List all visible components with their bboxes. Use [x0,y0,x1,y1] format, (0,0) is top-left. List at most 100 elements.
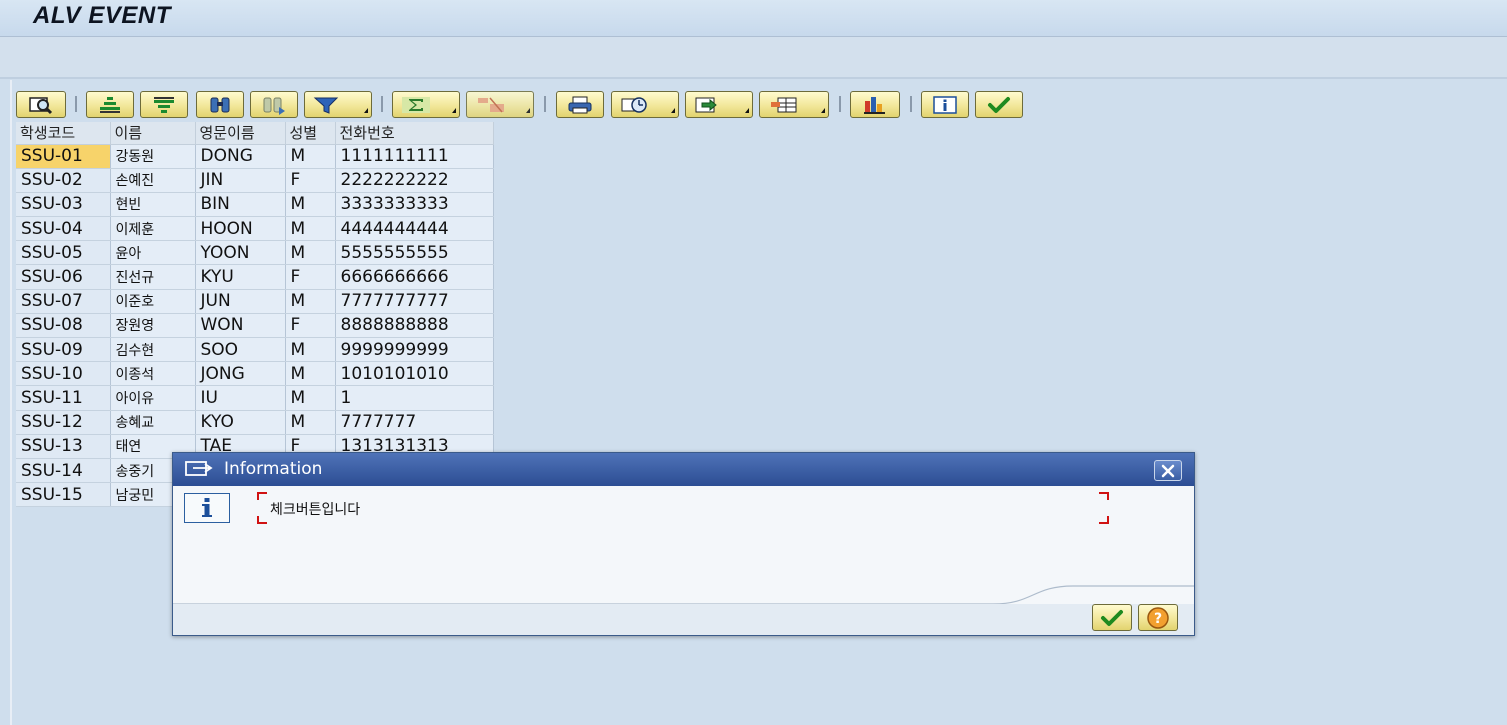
cell-english-name[interactable]: IU [195,385,286,411]
cell-phone[interactable]: 5555555555 [335,240,494,266]
cell-gender[interactable]: F [285,168,336,193]
cell-english-name[interactable]: DONG [195,144,286,169]
cell-name[interactable]: 이종석 [110,361,196,387]
find-next-button[interactable] [250,91,298,118]
cell-gender[interactable]: M [285,240,336,266]
cell-phone[interactable]: 8888888888 [335,313,494,339]
cell-name[interactable]: 현빈 [110,192,196,218]
dialog-confirm-button[interactable] [1092,604,1132,631]
table-row[interactable]: SSU-09 김수현 SOO M 9999999999 [16,337,494,363]
cell-english-name[interactable]: JIN [195,168,286,193]
cell-name[interactable]: 이준호 [110,289,196,314]
cell-name[interactable]: 장원영 [110,313,196,339]
dialog-close-button[interactable] [1154,460,1182,481]
details-button[interactable] [16,91,66,118]
cell-phone[interactable]: 6666666666 [335,264,494,290]
graphic-button[interactable] [850,91,900,118]
check-button[interactable] [975,91,1023,118]
cell-phone[interactable]: 3333333333 [335,192,494,218]
cell-english-name[interactable]: WON [195,313,286,339]
cell-student-code[interactable]: SSU-03 [16,192,111,218]
cell-student-code[interactable]: SSU-02 [16,168,111,193]
cell-name[interactable]: 김수현 [110,337,196,363]
column-header-english-name[interactable]: 영문이름 [195,122,286,145]
cell-english-name[interactable]: BIN [195,192,286,218]
cell-phone[interactable]: 4444444444 [335,216,494,242]
cell-student-code[interactable]: SSU-01 [16,144,111,169]
cell-gender[interactable]: M [285,337,336,363]
cell-student-code[interactable]: SSU-10 [16,361,111,387]
views-button[interactable] [611,91,679,118]
dialog-title-bar[interactable]: Information [173,453,1194,486]
cell-name[interactable]: 이제훈 [110,216,196,242]
cell-phone[interactable]: 7777777 [335,410,494,435]
cell-student-code[interactable]: SSU-09 [16,337,111,363]
cell-english-name[interactable]: HOON [195,216,286,242]
title-bar: ALV EVENT [0,0,1507,37]
cell-name[interactable]: 아이유 [110,385,196,411]
column-header-student-code[interactable]: 학생코드 [16,122,111,145]
info-button[interactable] [921,91,969,118]
cell-name[interactable]: 강동원 [110,144,196,169]
table-row[interactable]: SSU-10 이종석 JONG M 1010101010 [16,361,494,387]
sort-descending-button[interactable] [140,91,188,118]
table-row[interactable]: SSU-12 송혜교 KYO M 7777777 [16,410,494,435]
cell-gender[interactable]: M [285,385,336,411]
cell-student-code[interactable]: SSU-11 [16,385,111,411]
cell-english-name[interactable]: YOON [195,240,286,266]
cell-gender[interactable]: M [285,361,336,387]
cell-student-code[interactable]: SSU-05 [16,240,111,266]
column-header-phone[interactable]: 전화번호 [335,122,494,145]
table-row[interactable]: SSU-06 진선규 KYU F 6666666666 [16,264,494,290]
sum-button[interactable] [392,91,460,118]
cell-phone[interactable]: 9999999999 [335,337,494,363]
dialog-help-button[interactable]: ? [1138,604,1178,631]
cell-gender[interactable]: M [285,216,336,242]
cell-english-name[interactable]: KYO [195,410,286,435]
table-row[interactable]: SSU-04 이제훈 HOON M 4444444444 [16,216,494,242]
cell-student-code[interactable]: SSU-04 [16,216,111,242]
cell-student-code[interactable]: SSU-13 [16,434,111,459]
cell-gender[interactable]: M [285,410,336,435]
table-row[interactable]: SSU-11 아이유 IU M 1 [16,385,494,411]
cell-student-code[interactable]: SSU-12 [16,410,111,435]
filter-button[interactable] [304,91,372,118]
sort-ascending-button[interactable] [86,91,134,118]
print-button[interactable] [556,91,604,118]
cell-english-name[interactable]: SOO [195,337,286,363]
cell-english-name[interactable]: JUN [195,289,286,314]
cell-english-name[interactable]: JONG [195,361,286,387]
table-row[interactable]: SSU-07 이준호 JUN M 7777777777 [16,289,494,314]
table-row[interactable]: SSU-05 윤아 YOON M 5555555555 [16,240,494,266]
cell-student-code[interactable]: SSU-08 [16,313,111,339]
cell-gender[interactable]: F [285,264,336,290]
cell-gender[interactable]: M [285,289,336,314]
cell-student-code[interactable]: SSU-06 [16,264,111,290]
cell-student-code[interactable]: SSU-15 [16,482,111,508]
cell-name[interactable]: 진선규 [110,264,196,290]
cell-name[interactable]: 손예진 [110,168,196,193]
table-row[interactable]: SSU-02 손예진 JIN F 2222222222 [16,168,494,193]
cell-student-code[interactable]: SSU-14 [16,458,111,484]
cell-phone[interactable]: 1 [335,385,494,411]
layout-button[interactable] [759,91,829,118]
cell-gender[interactable]: F [285,313,336,339]
find-button[interactable] [196,91,244,118]
cell-name[interactable]: 윤아 [110,240,196,266]
cell-student-code[interactable]: SSU-07 [16,289,111,314]
export-button[interactable] [685,91,753,118]
cell-phone[interactable]: 1111111111 [335,144,494,169]
cell-phone[interactable]: 1010101010 [335,361,494,387]
column-header-name[interactable]: 이름 [110,122,196,145]
cell-english-name[interactable]: KYU [195,264,286,290]
table-row[interactable]: SSU-08 장원영 WON F 8888888888 [16,313,494,339]
cell-phone[interactable]: 2222222222 [335,168,494,193]
cell-gender[interactable]: M [285,192,336,218]
cell-gender[interactable]: M [285,144,336,169]
table-row[interactable]: SSU-01 강동원 DONG M 1111111111 [16,144,494,169]
cell-name[interactable]: 송혜교 [110,410,196,435]
table-row[interactable]: SSU-03 현빈 BIN M 3333333333 [16,192,494,218]
cell-phone[interactable]: 7777777777 [335,289,494,314]
column-header-gender[interactable]: 성별 [285,122,336,145]
subtotal-button[interactable] [466,91,534,118]
